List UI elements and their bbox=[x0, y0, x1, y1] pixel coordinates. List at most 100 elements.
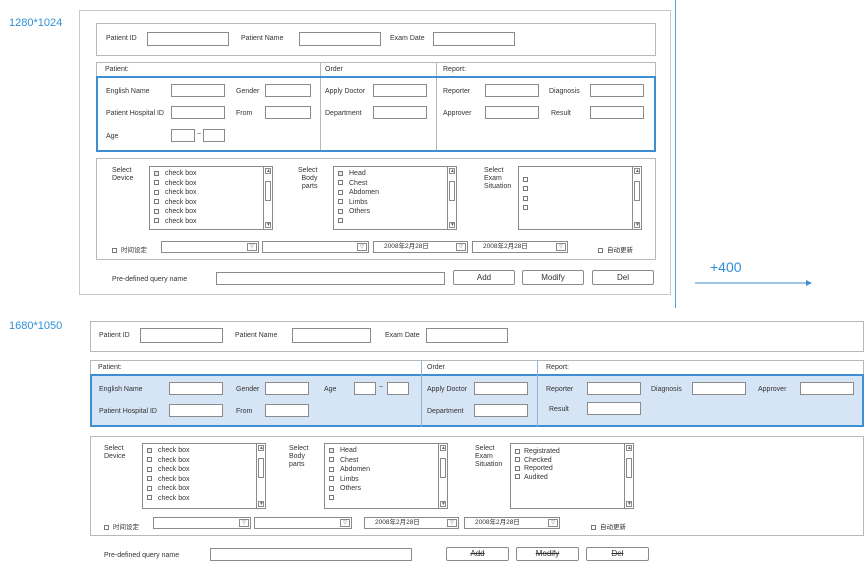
age-max-input[interactable] bbox=[387, 382, 409, 395]
reporter-input[interactable] bbox=[587, 382, 641, 395]
list-item[interactable]: check box bbox=[154, 198, 197, 208]
list-item[interactable]: Head bbox=[338, 169, 379, 179]
device-listbox[interactable]: check box check box check box check box … bbox=[149, 166, 273, 230]
apply-doctor-label: Apply Doctor bbox=[427, 386, 468, 393]
patient-name-input[interactable] bbox=[299, 32, 381, 46]
list-item[interactable] bbox=[523, 194, 534, 204]
list-item[interactable]: Reported bbox=[515, 465, 560, 474]
english-name-input[interactable] bbox=[169, 382, 223, 395]
approver-input[interactable] bbox=[485, 106, 539, 119]
gender-input[interactable] bbox=[265, 382, 309, 395]
diagnosis-input[interactable] bbox=[590, 84, 644, 97]
scrollbar[interactable]: ▲ ▼ bbox=[624, 444, 633, 508]
list-item[interactable]: check box bbox=[154, 179, 197, 189]
list-item[interactable]: Limbs bbox=[329, 475, 370, 485]
list-item[interactable] bbox=[523, 185, 534, 195]
list-item[interactable]: Head bbox=[329, 446, 370, 456]
list-item[interactable]: Chest bbox=[329, 456, 370, 466]
date-to-picker[interactable]: 2008年2月28日 ▽ bbox=[472, 241, 568, 253]
scrollbar[interactable]: ▲ ▼ bbox=[263, 167, 272, 229]
hospital-id-input[interactable] bbox=[169, 404, 223, 417]
list-item[interactable]: check box bbox=[147, 475, 190, 485]
auto-update-checkbox[interactable]: 自动更新 bbox=[591, 521, 626, 531]
date-to-picker[interactable]: 2008年2月28日 ▽ bbox=[464, 517, 560, 529]
exam-date-input[interactable] bbox=[433, 32, 515, 46]
diagnosis-input[interactable] bbox=[692, 382, 746, 395]
list-item[interactable]: check box bbox=[154, 217, 197, 227]
time-setting-checkbox[interactable]: 时间设定 bbox=[104, 521, 139, 531]
english-name-input[interactable] bbox=[171, 84, 225, 97]
section-order-title: Order bbox=[427, 364, 445, 371]
list-item[interactable]: Audited bbox=[515, 474, 560, 483]
department-input[interactable] bbox=[474, 404, 528, 417]
modify-button[interactable]: Modify bbox=[522, 270, 584, 285]
list-item[interactable]: Others bbox=[329, 484, 370, 494]
list-item[interactable]: Checked bbox=[515, 457, 560, 466]
list-item[interactable]: check box bbox=[154, 169, 197, 179]
result-label: Result bbox=[551, 110, 571, 117]
list-item[interactable]: check box bbox=[147, 494, 190, 504]
predefined-query-input[interactable] bbox=[210, 548, 412, 561]
time-combo-1[interactable]: ▽ bbox=[161, 241, 259, 253]
list-item[interactable]: Registrated bbox=[515, 448, 560, 457]
time-setting-checkbox[interactable]: 时间设定 bbox=[112, 244, 147, 254]
patient-id-input[interactable] bbox=[147, 32, 229, 46]
patient-id-input[interactable] bbox=[140, 328, 223, 343]
list-item[interactable]: Chest bbox=[338, 179, 379, 189]
modify-button[interactable]: Modify bbox=[516, 547, 579, 561]
approver-input[interactable] bbox=[800, 382, 854, 395]
body-parts-listbox[interactable]: Head Chest Abdomen Limbs Others ▲ ▼ bbox=[333, 166, 457, 230]
divider bbox=[537, 360, 538, 427]
scrollbar[interactable]: ▲ ▼ bbox=[632, 167, 641, 229]
list-item[interactable]: Abdomen bbox=[329, 465, 370, 475]
del-button[interactable]: Del bbox=[586, 547, 649, 561]
time-combo-2[interactable]: ▽ bbox=[262, 241, 369, 253]
result-input[interactable] bbox=[587, 402, 641, 415]
add-button[interactable]: Add bbox=[453, 270, 515, 285]
list-item[interactable]: check box bbox=[147, 456, 190, 466]
list-item[interactable]: check box bbox=[154, 188, 197, 198]
list-item[interactable]: check box bbox=[147, 446, 190, 456]
department-input[interactable] bbox=[373, 106, 427, 119]
list-item[interactable] bbox=[338, 217, 379, 227]
hospital-id-input[interactable] bbox=[171, 106, 225, 119]
exam-situation-listbox[interactable]: ▲ ▼ bbox=[518, 166, 642, 230]
scrollbar[interactable]: ▲ ▼ bbox=[447, 167, 456, 229]
list-item[interactable]: check box bbox=[154, 207, 197, 217]
predefined-query-input[interactable] bbox=[216, 272, 445, 285]
auto-update-checkbox[interactable]: 自动更新 bbox=[598, 244, 633, 254]
exam-situation-listbox[interactable]: Registrated Checked Reported Audited ▲ ▼ bbox=[510, 443, 634, 509]
list-item[interactable]: Limbs bbox=[338, 198, 379, 208]
del-button[interactable]: Del bbox=[592, 270, 654, 285]
list-item[interactable]: Abdomen bbox=[338, 188, 379, 198]
list-item[interactable]: check box bbox=[147, 465, 190, 475]
date-from-picker[interactable]: 2008年2月28日 ▽ bbox=[373, 241, 468, 253]
age-max-input[interactable] bbox=[203, 129, 225, 142]
add-button[interactable]: Add bbox=[446, 547, 509, 561]
exam-date-input[interactable] bbox=[426, 328, 508, 343]
reporter-input[interactable] bbox=[485, 84, 539, 97]
result-input[interactable] bbox=[590, 106, 644, 119]
scrollbar[interactable]: ▲ ▼ bbox=[256, 444, 265, 508]
patient-name-input[interactable] bbox=[292, 328, 371, 343]
list-item[interactable] bbox=[523, 175, 534, 185]
english-name-label: English Name bbox=[99, 386, 143, 393]
from-input[interactable] bbox=[265, 404, 309, 417]
time-combo-1[interactable]: ▽ bbox=[153, 517, 251, 529]
device-listbox[interactable]: check box check box check box check box … bbox=[142, 443, 266, 509]
age-min-input[interactable] bbox=[354, 382, 376, 395]
list-item[interactable] bbox=[329, 494, 370, 504]
apply-doctor-input[interactable] bbox=[474, 382, 528, 395]
date-from-picker[interactable]: 2008年2月28日 ▽ bbox=[364, 517, 459, 529]
body-parts-listbox[interactable]: Head Chest Abdomen Limbs Others ▲ ▼ bbox=[324, 443, 448, 509]
list-item[interactable]: check box bbox=[147, 484, 190, 494]
time-combo-2[interactable]: ▽ bbox=[254, 517, 352, 529]
gender-input[interactable] bbox=[265, 84, 311, 97]
list-item[interactable] bbox=[523, 204, 534, 214]
apply-doctor-input[interactable] bbox=[373, 84, 427, 97]
list-item[interactable]: Others bbox=[338, 207, 379, 217]
scrollbar[interactable]: ▲ ▼ bbox=[438, 444, 447, 508]
age-min-input[interactable] bbox=[171, 129, 195, 142]
calendar-icon: ▽ bbox=[447, 519, 457, 527]
from-input[interactable] bbox=[265, 106, 311, 119]
